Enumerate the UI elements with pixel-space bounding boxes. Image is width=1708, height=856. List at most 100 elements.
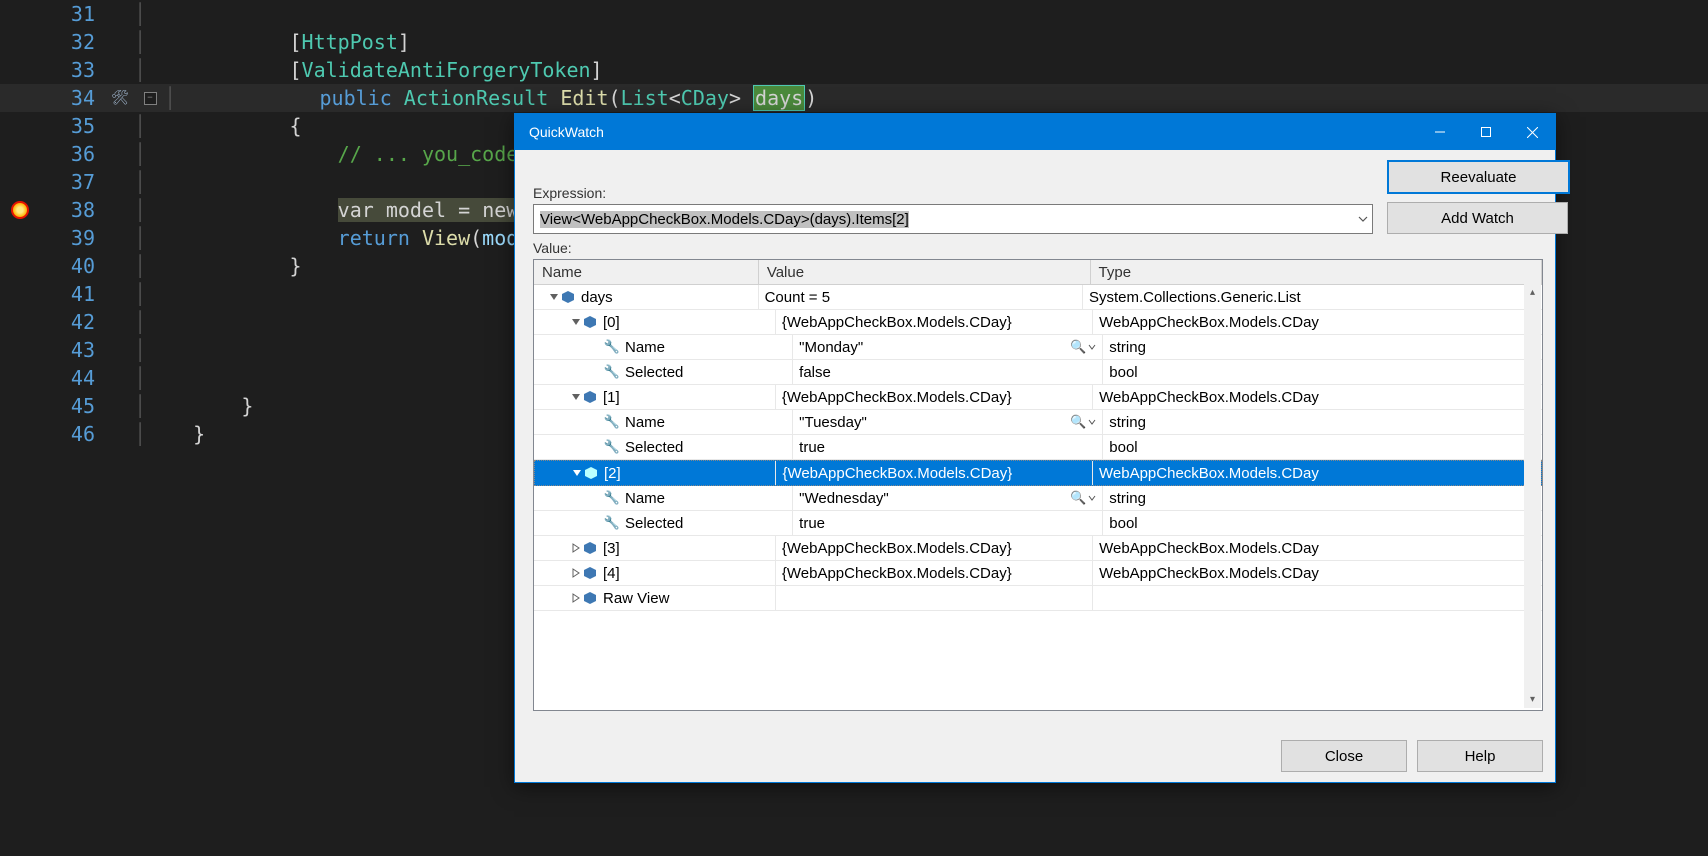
property-icon: 🔧 — [604, 339, 620, 355]
line-number: 33 — [40, 56, 105, 84]
line-number: 41 — [40, 280, 105, 308]
watch-row[interactable]: 🔧Name"Tuesday"🔍 string — [534, 410, 1542, 435]
row-type: System.Collections.Generic.List — [1089, 289, 1301, 306]
quickwatch-dialog: QuickWatch Expression: View<WebAppCheckB… — [514, 113, 1556, 783]
header-value[interactable]: Value — [759, 260, 1091, 284]
watch-row[interactable]: 🔧 Selected true bool — [534, 511, 1542, 536]
code-line[interactable]: 33│ [ValidateAntiForgeryToken] — [0, 56, 1708, 84]
expander-closed-icon[interactable] — [570, 593, 582, 603]
row-value: {WebAppCheckBox.Models.CDay} — [782, 565, 1012, 582]
watch-row[interactable]: [3]{WebAppCheckBox.Models.CDay}WebAppChe… — [534, 536, 1542, 561]
expander-open-icon[interactable] — [548, 292, 560, 302]
object-icon — [582, 389, 598, 405]
scrollbar[interactable]: ▴ ▾ — [1524, 284, 1541, 708]
screwdriver-icon[interactable]: 🛠 — [111, 84, 129, 112]
row-name: Name — [625, 414, 665, 431]
code-content: } — [145, 252, 302, 280]
row-type: WebAppCheckBox.Models.CDay — [1099, 389, 1319, 406]
property-icon: 🔧 — [604, 439, 620, 455]
code-content: } — [145, 420, 205, 448]
row-value: true — [799, 515, 825, 532]
scroll-down-icon[interactable]: ▾ — [1524, 691, 1541, 708]
row-value: false — [799, 364, 831, 381]
row-value: {WebAppCheckBox.Models.CDay} — [782, 314, 1012, 331]
add-watch-button[interactable]: Add Watch — [1387, 202, 1568, 234]
watch-row[interactable]: 🔧Name"Wednesday"🔍 string — [534, 486, 1542, 511]
code-line[interactable]: 32│ [HttpPost] — [0, 28, 1708, 56]
code-content: return View(model) — [145, 224, 554, 252]
header-type[interactable]: Type — [1091, 260, 1542, 284]
watch-row[interactable]: [0]{WebAppCheckBox.Models.CDay}WebAppChe… — [534, 310, 1542, 335]
expander-closed-icon[interactable] — [570, 568, 582, 578]
object-icon — [582, 540, 598, 556]
row-name: Name — [625, 339, 665, 356]
object-icon — [583, 465, 599, 481]
fold-toggle[interactable]: − — [144, 92, 157, 105]
line-number: 43 — [40, 336, 105, 364]
code-content: [HttpPost] — [145, 28, 410, 56]
row-value: true — [799, 439, 825, 456]
row-type: string — [1109, 339, 1146, 356]
expander-closed-icon[interactable] — [570, 543, 582, 553]
visualizer-icon[interactable]: 🔍 — [1070, 490, 1096, 506]
row-value: "Wednesday" — [799, 490, 889, 507]
watch-row[interactable]: [1]{WebAppCheckBox.Models.CDay}WebAppChe… — [534, 385, 1542, 410]
line-number: 39 — [40, 224, 105, 252]
watch-row[interactable]: days Count = 5 System.Collections.Generic.… — [534, 285, 1542, 310]
row-name: [3] — [603, 540, 620, 557]
line-number: 31 — [40, 0, 105, 28]
row-name: days — [581, 289, 613, 306]
code-content: } — [145, 392, 253, 420]
watch-row[interactable]: Raw View — [534, 586, 1542, 611]
help-button[interactable]: Help — [1417, 740, 1543, 772]
value-label: Value: — [533, 240, 1543, 256]
close-button[interactable] — [1509, 114, 1555, 150]
row-name: [1] — [603, 389, 620, 406]
code-line[interactable]: 31│ — [0, 0, 1708, 28]
titlebar[interactable]: QuickWatch — [515, 114, 1555, 150]
watch-row[interactable]: 🔧Selectedtruebool — [534, 435, 1542, 460]
watch-grid[interactable]: Name Value Type days Count = 5 System.Coll… — [533, 259, 1543, 711]
scroll-up-icon[interactable]: ▴ — [1524, 284, 1541, 301]
property-icon: 🔧 — [604, 414, 620, 430]
code-content: { — [145, 112, 302, 140]
maximize-button[interactable] — [1463, 114, 1509, 150]
breakpoint-arrow-icon[interactable] — [11, 201, 29, 219]
code-content: public ActionResult Edit(List<CDay> days… — [175, 84, 817, 112]
row-name: [2] — [604, 465, 621, 482]
expander-open-icon[interactable] — [570, 317, 582, 327]
property-icon: 🔧 — [604, 364, 620, 380]
watch-row[interactable]: 🔧Selectedfalsebool — [534, 360, 1542, 385]
visualizer-icon[interactable]: 🔍 — [1070, 339, 1096, 355]
object-icon — [582, 565, 598, 581]
row-type: bool — [1109, 515, 1137, 532]
row-value: Count = 5 — [765, 289, 830, 306]
line-number: 44 — [40, 364, 105, 392]
line-number: 36 — [40, 140, 105, 168]
expander-open-icon[interactable] — [571, 468, 583, 478]
row-type: WebAppCheckBox.Models.CDay — [1099, 465, 1319, 482]
row-value: {WebAppCheckBox.Models.CDay} — [782, 465, 1012, 482]
expander-open-icon[interactable] — [570, 392, 582, 402]
expression-label: Expression: — [533, 185, 1373, 201]
row-type: bool — [1109, 439, 1137, 456]
header-name[interactable]: Name — [534, 260, 759, 284]
minimize-button[interactable] — [1417, 114, 1463, 150]
watch-row[interactable]: [2] {WebAppCheckBox.Models.CDay} WebAppChe… — [534, 460, 1542, 486]
line-number: 46 — [40, 420, 105, 448]
row-name: Raw View — [603, 590, 669, 607]
row-name: Name — [625, 490, 665, 507]
expression-input[interactable]: View<WebAppCheckBox.Models.CDay>(days).I… — [533, 204, 1373, 234]
reevaluate-button[interactable]: Reevaluate — [1387, 160, 1570, 194]
visualizer-icon[interactable]: 🔍 — [1070, 414, 1096, 430]
watch-row[interactable]: 🔧Name"Monday"🔍 string — [534, 335, 1542, 360]
dropdown-icon[interactable] — [1358, 214, 1368, 224]
close-dialog-button[interactable]: Close — [1281, 740, 1407, 772]
watch-row[interactable]: [4]{WebAppCheckBox.Models.CDay}WebAppChe… — [534, 561, 1542, 586]
object-icon — [560, 289, 576, 305]
expression-text: View<WebAppCheckBox.Models.CDay>(days).I… — [540, 211, 909, 228]
row-name: Selected — [625, 515, 683, 532]
code-line[interactable]: 34🛠−│ public ActionResult Edit(List<CDay… — [0, 84, 1708, 112]
line-number: 34 — [40, 84, 105, 112]
property-icon: 🔧 — [604, 515, 620, 531]
